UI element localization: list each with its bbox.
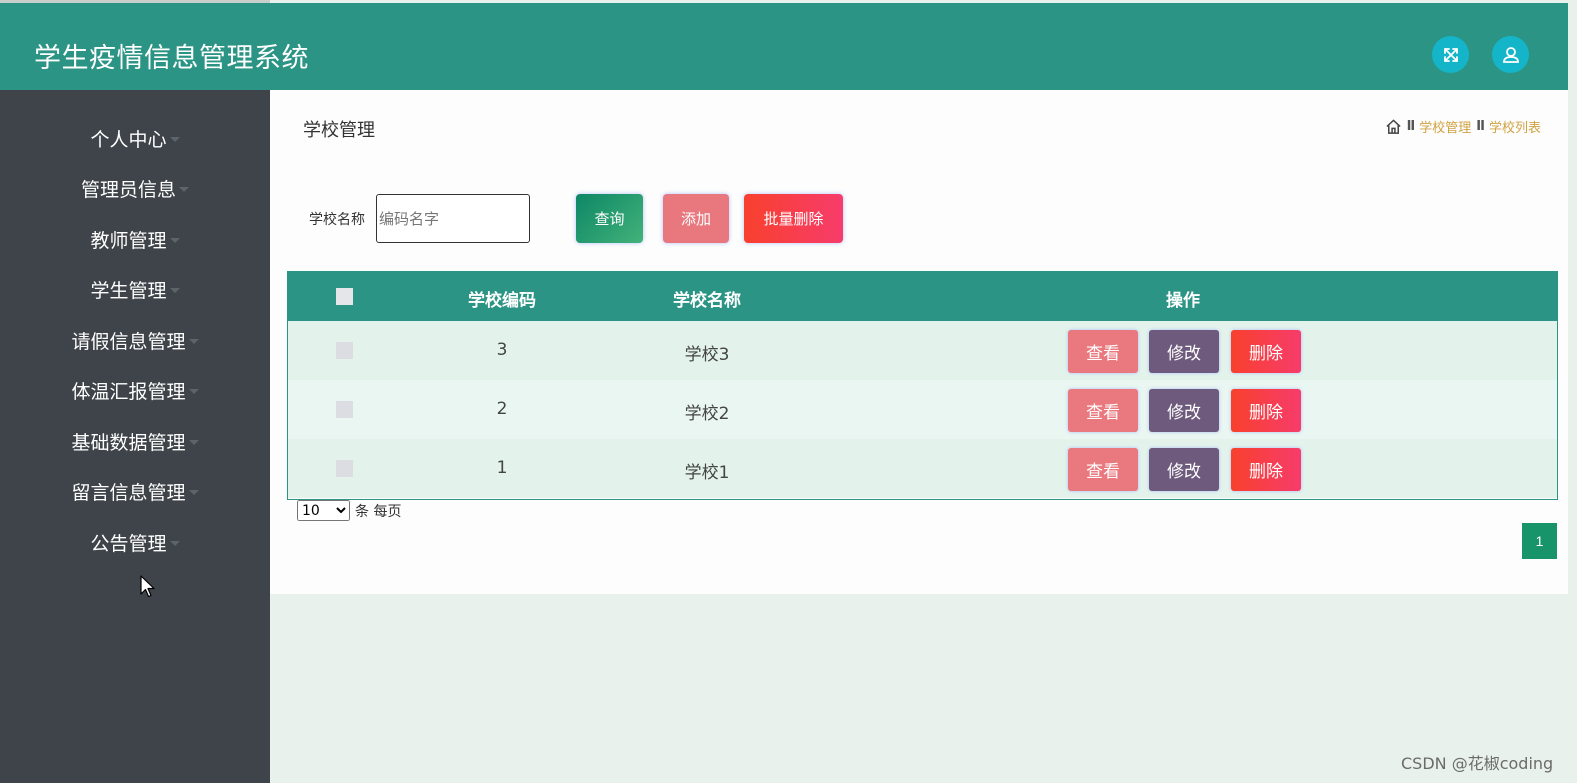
mouse-cursor-icon xyxy=(140,575,155,598)
school-code-cell: 1 xyxy=(496,458,508,478)
school-code-cell: 2 xyxy=(496,399,508,419)
sidebar-item-label: 体温汇报管理 xyxy=(71,380,186,403)
add-button[interactable]: 添加 xyxy=(663,194,729,243)
sidebar-item-leave-management[interactable]: 请假信息管理 xyxy=(0,323,270,357)
sidebar-item-label: 学生管理 xyxy=(90,279,167,302)
table-header: 学校编码 学校名称 操作 xyxy=(288,272,1557,321)
table-row: 3 学校3 查看 修改 删除 xyxy=(288,321,1557,380)
caret-down-icon xyxy=(169,540,180,546)
expand-arrows-icon xyxy=(1443,47,1458,62)
caret-down-icon xyxy=(188,439,199,445)
page-number-button[interactable]: 1 xyxy=(1522,523,1557,559)
user-menu-button[interactable] xyxy=(1492,36,1529,73)
caret-down-icon xyxy=(188,489,199,495)
page-title: 学校管理 xyxy=(303,120,375,141)
row-checkbox[interactable] xyxy=(336,401,353,418)
sidebar-item-temperature-report[interactable]: 体温汇报管理 xyxy=(0,373,270,407)
caret-down-icon xyxy=(179,186,189,192)
sidebar-item-label: 个人中心 xyxy=(90,128,167,151)
sidebar-item-personal-center[interactable]: 个人中心 xyxy=(0,121,270,155)
view-button[interactable]: 查看 xyxy=(1068,389,1138,432)
home-icon[interactable] xyxy=(1385,118,1402,135)
batch-delete-button[interactable]: 批量删除 xyxy=(744,194,843,243)
column-header-actions: 操作 xyxy=(1166,291,1200,311)
school-name-cell: 学校2 xyxy=(684,404,730,424)
per-page-label: 条 每页 xyxy=(355,503,402,520)
view-button[interactable]: 查看 xyxy=(1068,448,1138,491)
edit-button[interactable]: 修改 xyxy=(1149,389,1219,432)
row-checkbox[interactable] xyxy=(336,460,353,477)
table-row: 1 学校1 查看 修改 删除 xyxy=(288,439,1557,498)
page-size-select[interactable]: 10 xyxy=(297,500,350,521)
watermark: CSDN @花椒coding xyxy=(1401,754,1554,773)
fullscreen-button[interactable] xyxy=(1432,36,1469,73)
edit-button[interactable]: 修改 xyxy=(1149,330,1219,373)
sidebar-item-label: 留言信息管理 xyxy=(71,481,186,504)
column-header-code: 学校编码 xyxy=(468,291,536,311)
sidebar-item-base-data[interactable]: 基础数据管理 xyxy=(0,424,270,458)
delete-button[interactable]: 删除 xyxy=(1231,389,1301,432)
school-code-cell: 3 xyxy=(496,340,508,360)
school-table: 学校编码 学校名称 操作 3 学校3 查看 修改 删除 2 学校2 查看 修改 … xyxy=(287,271,1558,500)
breadcrumb-school-list[interactable]: 学校列表 xyxy=(1489,117,1541,136)
content-panel: 学校管理 II 学校管理 II 学校列表 学校名称 查询 添加 批量删除 学校编… xyxy=(270,90,1568,594)
page-size-control: 10 条 每页 xyxy=(297,500,401,521)
sidebar-item-label: 教师管理 xyxy=(90,229,167,252)
sidebar-item-teacher-management[interactable]: 教师管理 xyxy=(0,222,270,256)
breadcrumb: II 学校管理 II 学校列表 xyxy=(1385,117,1541,136)
school-name-input[interactable] xyxy=(376,194,530,243)
sidebar-item-admin-info[interactable]: 管理员信息 xyxy=(0,171,270,205)
caret-down-icon xyxy=(188,338,199,344)
sidebar-item-label: 公告管理 xyxy=(90,532,167,555)
table-row: 2 学校2 查看 修改 删除 xyxy=(288,380,1557,439)
sidebar-item-label: 管理员信息 xyxy=(80,178,176,201)
caret-down-icon xyxy=(169,287,180,293)
user-icon xyxy=(1502,46,1519,63)
app-title: 学生疫情信息管理系统 xyxy=(34,43,309,74)
sidebar: 个人中心 管理员信息 教师管理 学生管理 请假信息管理 体温汇报管理 基础数据管… xyxy=(0,90,270,783)
column-header-name: 学校名称 xyxy=(673,291,741,311)
breadcrumb-separator: II xyxy=(1476,119,1485,134)
caret-down-icon xyxy=(169,237,180,243)
delete-button[interactable]: 删除 xyxy=(1231,330,1301,373)
caret-down-icon xyxy=(169,136,180,142)
header-bar: 学生疫情信息管理系统 xyxy=(0,3,1568,90)
query-button[interactable]: 查询 xyxy=(576,194,643,243)
sidebar-item-announcements[interactable]: 公告管理 xyxy=(0,525,270,559)
breadcrumb-school-management[interactable]: 学校管理 xyxy=(1419,117,1471,136)
select-all-checkbox[interactable] xyxy=(336,288,353,305)
delete-button[interactable]: 删除 xyxy=(1231,448,1301,491)
sidebar-item-label: 请假信息管理 xyxy=(71,330,186,353)
sidebar-item-label: 基础数据管理 xyxy=(71,431,186,454)
sidebar-item-messages[interactable]: 留言信息管理 xyxy=(0,474,270,508)
row-checkbox[interactable] xyxy=(336,342,353,359)
sidebar-item-student-management[interactable]: 学生管理 xyxy=(0,272,270,306)
caret-down-icon xyxy=(188,388,199,394)
edit-button[interactable]: 修改 xyxy=(1149,448,1219,491)
breadcrumb-separator: II xyxy=(1406,119,1416,134)
school-name-cell: 学校3 xyxy=(684,345,730,365)
school-name-label: 学校名称 xyxy=(309,212,365,228)
view-button[interactable]: 查看 xyxy=(1068,330,1138,373)
school-name-cell: 学校1 xyxy=(684,463,730,483)
